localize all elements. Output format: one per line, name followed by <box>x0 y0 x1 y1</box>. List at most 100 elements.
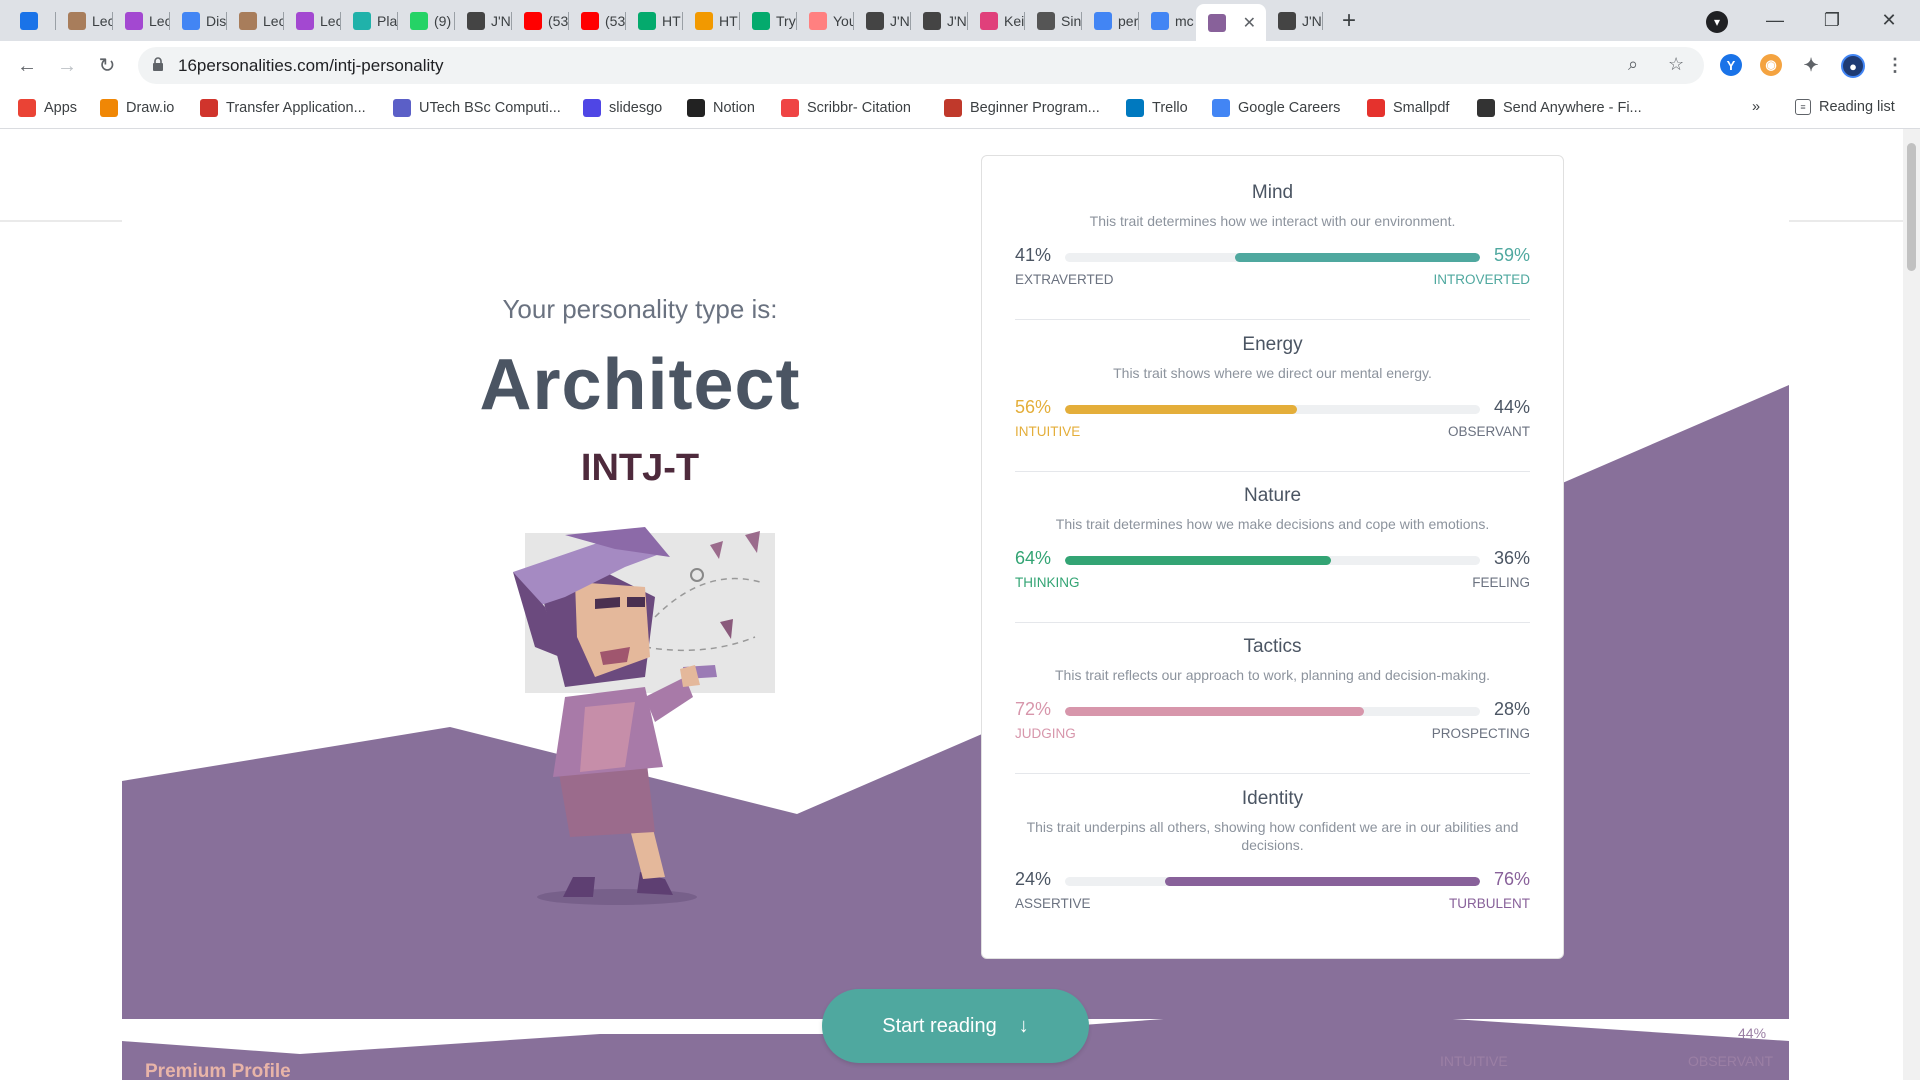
browser-tab[interactable]: HT <box>626 5 683 37</box>
url-text[interactable]: 16personalities.com/intj-personality <box>178 56 444 76</box>
youtube-icon <box>524 12 542 30</box>
reading-list-button[interactable]: ≡ Reading list <box>1795 99 1895 115</box>
trello-icon <box>1126 99 1144 117</box>
bookmarks-overflow-icon[interactable]: » <box>1752 99 1760 115</box>
bookmark-item[interactable]: slidesgo <box>583 99 662 117</box>
browser-tab[interactable]: per <box>1082 5 1139 37</box>
page-scrollbar[interactable] <box>1903 129 1920 1080</box>
trait-right-percent: 59% <box>1493 245 1530 265</box>
browser-tab[interactable]: (53 <box>512 5 569 37</box>
trait-energy[interactable]: Energy This trait shows where we direct o… <box>1015 334 1530 442</box>
bookmark-star-icon[interactable]: ☆ <box>1668 54 1684 75</box>
bookmark-item[interactable]: Smallpdf <box>1367 99 1449 117</box>
trait-right-label: OBSERVANT <box>1447 424 1530 439</box>
minimize-icon[interactable]: — <box>1752 0 1798 41</box>
browser-tab[interactable]: HT <box>683 5 740 37</box>
bookmark-item[interactable]: Beginner Program... <box>944 99 1100 117</box>
c-icon <box>353 12 371 30</box>
reload-icon[interactable]: ↻ <box>92 51 122 81</box>
trait-right-label: FEELING <box>1472 575 1530 590</box>
trait-title: Tactics <box>1243 636 1302 657</box>
browser-tab[interactable]: J'N <box>911 5 968 37</box>
new-tab-button[interactable]: + <box>1335 8 1363 36</box>
browser-tab[interactable]: Try <box>740 5 797 37</box>
browser-tab[interactable]: Sin <box>1025 5 1082 37</box>
browser-tab[interactable]: You <box>797 5 854 37</box>
tab-title: mc <box>1175 13 1194 29</box>
bookmark-item[interactable]: Scribbr- Citation <box>781 99 911 117</box>
play-icon <box>296 12 314 30</box>
forward-icon[interactable]: → <box>52 51 82 81</box>
tab-title: J'N <box>491 13 511 29</box>
trait-description: This trait determines how we make decisi… <box>1055 516 1490 532</box>
butterfly-icon <box>923 12 941 30</box>
vivaldi-extension-icon[interactable]: Y <box>1720 54 1742 76</box>
browser-tab[interactable]: Kei <box>968 5 1025 37</box>
browser-tab[interactable]: J'N <box>1266 5 1323 37</box>
bookmark-item[interactable]: Trello <box>1126 99 1188 117</box>
trait-divider <box>1015 471 1530 472</box>
browser-tab[interactable]: Lec <box>56 5 113 37</box>
trait-bar-row: 41% 59% <box>1015 243 1530 269</box>
bookmark-item[interactable]: UTech BSc Computi... <box>393 99 561 117</box>
browser-tab[interactable]: (53 <box>569 5 626 37</box>
trait-mind[interactable]: Mind This trait determines how we interac… <box>1015 182 1530 290</box>
google-icon <box>1151 12 1169 30</box>
start-reading-button[interactable]: Start reading ↓ <box>822 989 1089 1063</box>
tab-search-icon[interactable]: ▾ <box>1706 11 1728 33</box>
tab-title: Try <box>776 13 796 29</box>
back-icon[interactable]: ← <box>12 51 42 81</box>
browser-tab[interactable]: Lec <box>284 5 341 37</box>
transfer-icon <box>200 99 218 117</box>
grammarly-extension-icon[interactable]: ◉ <box>1760 54 1782 76</box>
profile-avatar[interactable]: ● <box>1841 54 1865 78</box>
kebab-menu-icon[interactable]: ⋮ <box>1884 54 1906 76</box>
bookmark-item[interactable]: Google Careers <box>1212 99 1340 117</box>
bookmark-item[interactable]: Notion <box>687 99 755 117</box>
bookmark-item[interactable]: Draw.io <box>100 99 174 117</box>
bookmark-label: Scribbr- Citation <box>807 100 911 116</box>
extensions-puzzle-icon[interactable]: ✦ <box>1800 54 1822 76</box>
browser-tab[interactable]: mc <box>1139 5 1196 37</box>
tab-title: Lec <box>92 13 113 29</box>
globe-icon <box>980 12 998 30</box>
maximize-icon[interactable]: ❐ <box>1809 0 1855 41</box>
youtube-icon <box>581 12 599 30</box>
trait-left-label: THINKING <box>1015 575 1080 590</box>
bookmark-label: Apps <box>44 100 78 116</box>
trait-bar-row: 56% 44% <box>1015 395 1530 421</box>
tab-title: J'N <box>1302 13 1322 29</box>
browser-tab[interactable]: J'N <box>854 5 911 37</box>
address-bar[interactable]: 16personalities.com/intj-personality ⌕ ☆ <box>138 47 1704 84</box>
trait-nature[interactable]: Nature This trait determines how we make … <box>1015 485 1530 593</box>
trait-identity[interactable]: Identity This trait underpins all others,… <box>1015 788 1530 914</box>
close-tab-icon[interactable]: ✕ <box>1243 13 1256 33</box>
bookmarks-bar: » ≡ Reading list Apps Draw.io Transfer App… <box>0 91 1920 129</box>
browser-tab[interactable]: Lec <box>227 5 284 37</box>
trait-tactics[interactable]: Tactics This trait reflects our approach … <box>1015 636 1530 744</box>
bookmark-item[interactable]: Send Anywhere - Fi... <box>1477 99 1642 117</box>
bookmark-item[interactable]: Apps <box>18 99 77 117</box>
w3-icon <box>752 12 770 30</box>
butterfly-icon <box>467 12 485 30</box>
scrollbar-thumb[interactable] <box>1907 143 1916 271</box>
butterfly-icon <box>866 12 884 30</box>
trait-bar-fill <box>1065 707 1364 716</box>
browser-tab[interactable]: Lec <box>113 5 170 37</box>
apps-grid-icon <box>18 99 36 117</box>
browser-tab[interactable] <box>8 5 56 37</box>
browser-tab[interactable]: ✕ <box>1196 4 1266 41</box>
trait-labels: ASSERTIVE TURBULENT <box>1015 896 1530 914</box>
bookmark-item[interactable]: Transfer Application... <box>200 99 366 117</box>
trait-bar-fill <box>1164 877 1480 886</box>
browser-tab[interactable]: J'N <box>455 5 512 37</box>
bookmark-label: Trello <box>1152 100 1188 116</box>
zoom-icon[interactable]: ⌕ <box>1628 54 1638 75</box>
trait-labels: INTUITIVE OBSERVANT <box>1015 424 1530 442</box>
browser-tab[interactable]: Pla <box>341 5 398 37</box>
browser-tab[interactable]: (9) <box>398 5 455 37</box>
trait-left-percent: 41% <box>1015 245 1052 265</box>
trait-labels: EXTRAVERTED INTROVERTED <box>1015 272 1530 290</box>
browser-tab[interactable]: Dis <box>170 5 227 37</box>
close-window-icon[interactable]: ✕ <box>1866 0 1912 41</box>
